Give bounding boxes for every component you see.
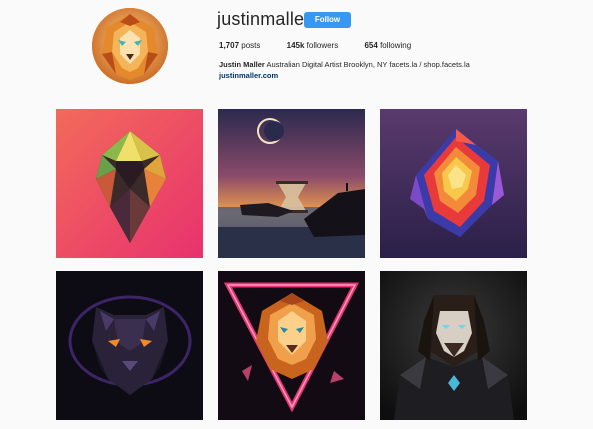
profile-website-link[interactable]: justinmaller.com <box>219 71 278 80</box>
profile-bio: Justin Maller Australian Digital Artist … <box>219 60 470 69</box>
profile-full-name: Justin Maller <box>219 60 265 69</box>
post-thumbnail[interactable] <box>218 271 365 420</box>
following-stat[interactable]: 654 following <box>364 41 411 50</box>
hourglass-landscape-art-icon <box>218 109 365 258</box>
lion-avatar-icon <box>92 8 168 84</box>
following-label: following <box>380 41 412 50</box>
geometric-crystal-art-icon <box>56 109 203 258</box>
warrior-portrait-art-icon <box>380 271 527 420</box>
panther-art-icon <box>56 271 203 420</box>
post-thumbnail[interactable] <box>380 109 527 258</box>
posts-count: 1,707 <box>219 41 240 50</box>
profile-stats: 1,707 posts 145k followers 654 following <box>219 41 435 50</box>
posts-label: posts <box>241 41 261 50</box>
lion-triangle-art-icon <box>218 271 365 420</box>
profile-username: justinmaller <box>217 9 311 29</box>
followers-count: 145k <box>286 41 305 50</box>
profile-bio-text: Australian Digital Artist Brooklyn, NY f… <box>266 60 470 69</box>
follow-button[interactable]: Follow <box>304 12 351 28</box>
post-thumbnail[interactable] <box>56 109 203 258</box>
followers-stat[interactable]: 145k followers <box>287 41 339 50</box>
profile-avatar[interactable] <box>92 8 168 84</box>
post-thumbnail[interactable] <box>218 109 365 258</box>
post-thumbnail[interactable] <box>56 271 203 420</box>
posts-stat: 1,707 posts <box>219 41 260 50</box>
followers-label: followers <box>306 41 339 50</box>
following-count: 654 <box>364 41 378 50</box>
geometric-flame-art-icon <box>380 109 527 258</box>
post-thumbnail[interactable] <box>380 271 527 420</box>
